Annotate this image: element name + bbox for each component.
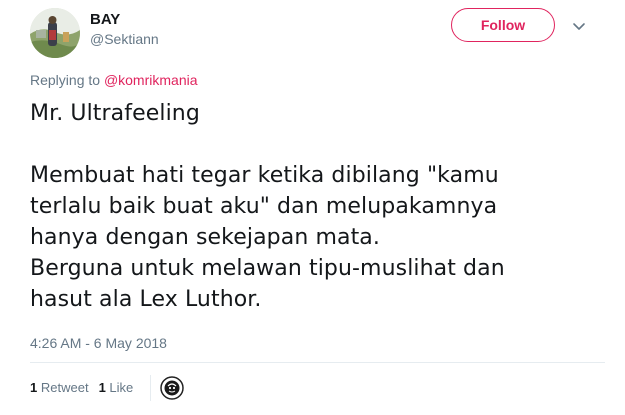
tweet-stats: 1 Retweet 1 Like	[30, 380, 133, 396]
divider	[30, 362, 605, 363]
stats-divider	[150, 375, 151, 401]
avatar-image	[30, 8, 80, 58]
author-display-name[interactable]: BAY	[90, 10, 159, 30]
reply-mention-link[interactable]: @komrikmania	[104, 72, 198, 88]
tweet-timestamp[interactable]: 4:26 AM - 6 May 2018	[30, 334, 167, 352]
like-stat[interactable]: 1 Like	[99, 380, 134, 395]
retweet-count: 1	[30, 380, 38, 395]
tweet-text: Mr. Ultrafeeling Membuat hati tegar keti…	[30, 101, 505, 312]
retweet-label: Retweet	[40, 380, 89, 395]
like-label: Like	[109, 380, 134, 395]
reply-prefix: Replying to	[30, 72, 101, 88]
reply-context: Replying to @komrikmania	[30, 71, 198, 89]
follow-button[interactable]: Follow	[451, 8, 555, 42]
author-info: BAY @Sektiann	[90, 10, 159, 48]
liker-avatar[interactable]	[160, 376, 184, 400]
author-handle[interactable]: @Sektiann	[90, 30, 159, 48]
retweet-stat[interactable]: 1 Retweet	[30, 380, 89, 395]
chevron-down-icon[interactable]	[571, 18, 587, 34]
liker-avatar-image	[160, 376, 184, 400]
tweet-card: BAY @Sektiann Follow Replying to @komrik…	[0, 0, 625, 415]
author-avatar[interactable]	[30, 8, 80, 58]
like-count: 1	[98, 380, 106, 395]
